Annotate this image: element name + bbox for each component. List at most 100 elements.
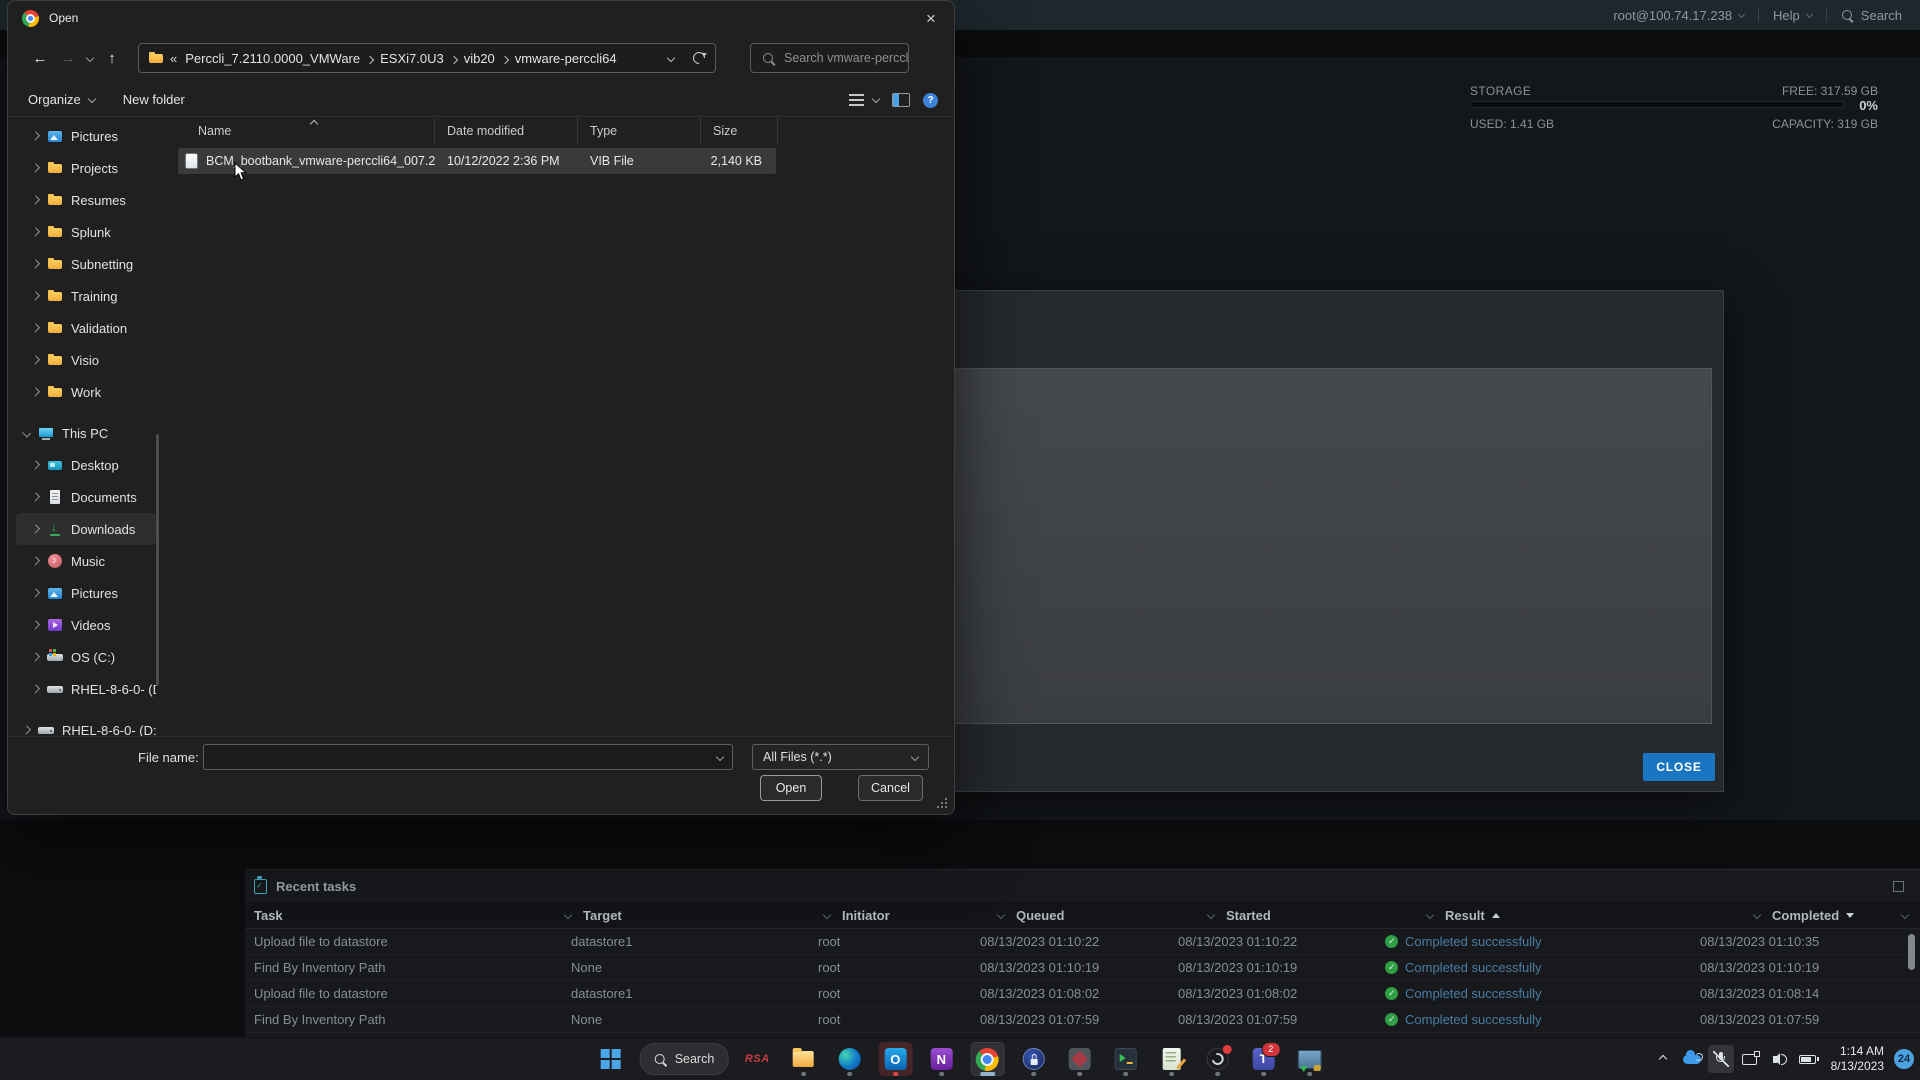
- view-mode-icon[interactable]: [849, 94, 864, 106]
- chevron-right-icon[interactable]: [30, 131, 41, 141]
- chevron-right-icon[interactable]: [30, 323, 41, 333]
- back-button[interactable]: [26, 50, 54, 67]
- sidebar-item-downloads[interactable]: Downloads: [16, 513, 156, 545]
- up-button[interactable]: [98, 50, 126, 67]
- chevron-right-icon[interactable]: [30, 588, 41, 598]
- taskbar-search[interactable]: Search: [639, 1043, 729, 1075]
- sidebar-item-splunk[interactable]: Splunk: [16, 216, 156, 248]
- chevron-right-icon[interactable]: [21, 725, 32, 735]
- sidebar-item-os-c[interactable]: OS (C:): [16, 641, 156, 673]
- chevron-right-icon[interactable]: [30, 524, 41, 534]
- chevron-down-icon[interactable]: [1900, 910, 1910, 920]
- esxi-search[interactable]: Search: [1841, 8, 1902, 23]
- taskbar-obs-icon[interactable]: [1200, 1042, 1234, 1076]
- sidebar-item-validation[interactable]: Validation: [16, 312, 156, 344]
- chevron-right-icon[interactable]: [30, 291, 41, 301]
- chevron-down-icon[interactable]: [1425, 910, 1435, 920]
- column-header-started[interactable]: Started: [1226, 908, 1445, 923]
- new-folder-button[interactable]: New folder: [123, 92, 185, 107]
- breadcrumb-segment[interactable]: vmware-perccli64: [513, 51, 619, 66]
- refresh-icon[interactable]: [692, 51, 706, 65]
- taskbar-rsa-icon[interactable]: RSA: [740, 1042, 774, 1076]
- dialog-titlebar[interactable]: Open: [8, 1, 954, 35]
- column-header-date-modified[interactable]: Date modified: [435, 118, 578, 144]
- organize-button[interactable]: Organize: [28, 92, 96, 107]
- resize-grip[interactable]: [937, 798, 947, 808]
- chevron-right-icon[interactable]: [30, 259, 41, 269]
- sidebar-item-rhel-8-6-0-d[interactable]: RHEL-8-6-0- (D: [16, 673, 156, 705]
- taskbar-file-explorer-icon[interactable]: [786, 1042, 820, 1076]
- start-button[interactable]: [594, 1042, 628, 1076]
- chevron-right-icon[interactable]: [30, 163, 41, 173]
- breadcrumb-segment[interactable]: ESXi7.0U3: [378, 51, 446, 66]
- taskbar-onenote-icon[interactable]: [924, 1042, 958, 1076]
- taskbar-clock[interactable]: 1:14 AM 8/13/2023: [1831, 1044, 1884, 1074]
- expand-icon[interactable]: [1893, 881, 1904, 892]
- recent-locations-chevron[interactable]: [82, 53, 98, 63]
- chevron-right-icon[interactable]: [30, 387, 41, 397]
- chevron-right-icon[interactable]: [30, 556, 41, 566]
- sidebar-item-resumes[interactable]: Resumes: [16, 184, 156, 216]
- chevron-right-icon[interactable]: [30, 652, 41, 662]
- taskbar-teams-icon[interactable]: 2: [1246, 1042, 1281, 1076]
- column-header-result[interactable]: Result: [1445, 908, 1772, 923]
- esxi-help-menu[interactable]: Help: [1773, 8, 1813, 23]
- tray-chevron-up-icon[interactable]: [1650, 1045, 1676, 1073]
- sidebar-scrollbar[interactable]: [156, 434, 159, 686]
- chevron-right-icon[interactable]: [30, 227, 41, 237]
- taskbar-notepad-icon[interactable]: [1154, 1042, 1188, 1076]
- task-row[interactable]: Upload file to datastore datastore1 root 08…: [245, 981, 1920, 1007]
- notification-badge[interactable]: 24: [1894, 1049, 1914, 1069]
- chevron-right-icon[interactable]: [30, 492, 41, 502]
- column-header-completed[interactable]: Completed: [1772, 908, 1920, 923]
- breadcrumb-segment[interactable]: vib20: [462, 51, 497, 66]
- task-row[interactable]: Find By Inventory Path None root 08/13/2023…: [245, 1007, 1920, 1033]
- chevron-right-icon[interactable]: [30, 620, 41, 630]
- file-name-input[interactable]: [203, 744, 733, 770]
- forward-button[interactable]: [54, 50, 82, 67]
- chevron-down-icon[interactable]: [822, 910, 832, 920]
- chevron-down-icon[interactable]: [996, 910, 1006, 920]
- taskbar-chrome-icon[interactable]: [970, 1042, 1005, 1076]
- close-button[interactable]: CLOSE: [1643, 753, 1715, 781]
- sidebar-item-this-pc[interactable]: This PC: [16, 417, 156, 449]
- esxi-user-menu[interactable]: root@100.74.17.238: [1613, 8, 1746, 23]
- taskbar-keepass-icon[interactable]: [1016, 1042, 1050, 1076]
- open-button[interactable]: Open: [760, 775, 822, 801]
- file-type-select[interactable]: All Files (*.*): [752, 744, 929, 770]
- tray-volume-icon[interactable]: [1766, 1045, 1792, 1073]
- tray-battery-icon[interactable]: [1795, 1045, 1821, 1073]
- chevron-right-icon[interactable]: [30, 460, 41, 470]
- column-header-size[interactable]: Size: [701, 118, 778, 144]
- taskbar-terminal-icon[interactable]: [1108, 1042, 1142, 1076]
- dialog-search-box[interactable]: Search vmware-perccli64: [750, 43, 909, 73]
- chevron-right-icon[interactable]: [30, 684, 41, 694]
- close-icon[interactable]: [908, 1, 954, 35]
- sidebar-item-training[interactable]: Training: [16, 280, 156, 312]
- address-bar[interactable]: Perccli_7.2110.0000_VMWare ESXi7.0U3 vib20…: [138, 43, 716, 73]
- sidebar-item-projects[interactable]: Projects: [16, 152, 156, 184]
- chevron-down-icon[interactable]: [1206, 910, 1216, 920]
- chevron-down-icon[interactable]: [21, 428, 32, 438]
- chevron-right-icon[interactable]: [30, 195, 41, 205]
- task-row[interactable]: Find By Inventory Path None root 08/13/2023…: [245, 955, 1920, 981]
- taskbar-edge-icon[interactable]: [832, 1042, 866, 1076]
- chevron-down-icon[interactable]: [1752, 910, 1762, 920]
- column-header-task[interactable]: Task: [254, 908, 583, 923]
- sidebar-item-music[interactable]: Music: [16, 545, 156, 577]
- taskbar-outlook-icon[interactable]: [878, 1042, 913, 1076]
- breadcrumb-segment[interactable]: Perccli_7.2110.0000_VMWare: [183, 51, 362, 66]
- sidebar-item-visio[interactable]: Visio: [16, 344, 156, 376]
- sidebar-item-work[interactable]: Work: [16, 376, 156, 408]
- sidebar-item-pictures[interactable]: Pictures: [16, 120, 156, 152]
- scrollbar[interactable]: [1908, 934, 1915, 970]
- sidebar-item-pictures[interactable]: Pictures: [16, 577, 156, 609]
- chevron-down-icon[interactable]: [563, 910, 573, 920]
- taskbar-app-gem-icon[interactable]: [1062, 1042, 1096, 1076]
- column-header-initiator[interactable]: Initiator: [842, 908, 1016, 923]
- sidebar-item-documents[interactable]: Documents: [16, 481, 156, 513]
- cancel-button[interactable]: Cancel: [858, 775, 923, 801]
- sidebar-item-rhel-8-6-0-d[interactable]: RHEL-8-6-0- (D:): [16, 714, 156, 736]
- sidebar-item-videos[interactable]: Videos: [16, 609, 156, 641]
- tray-onedrive-icon[interactable]: [1679, 1045, 1705, 1073]
